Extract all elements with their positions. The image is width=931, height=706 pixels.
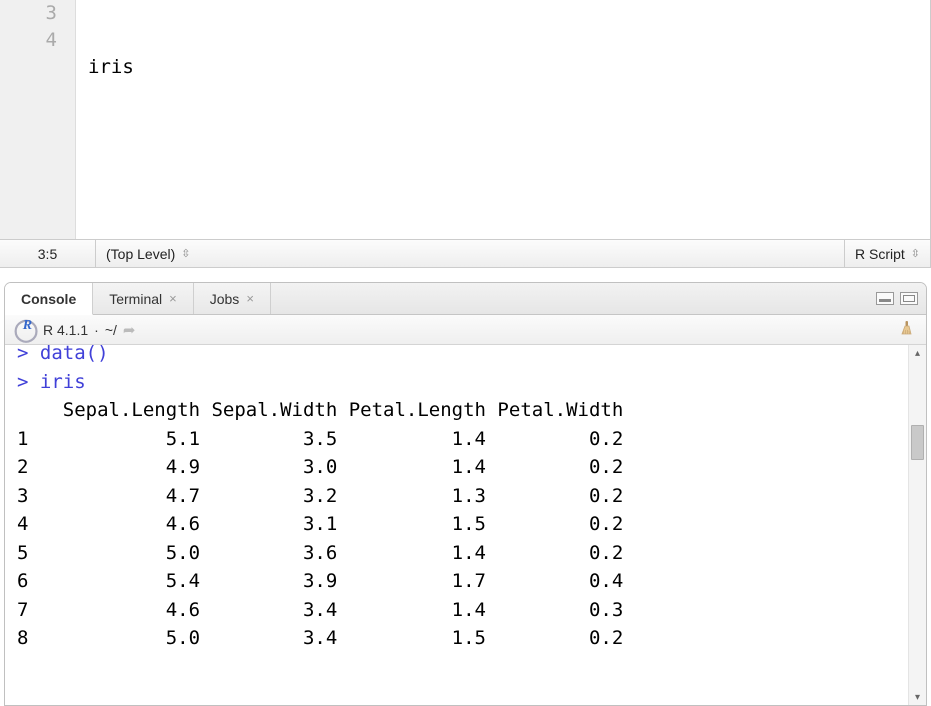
updown-icon: ⇳ (181, 247, 190, 260)
code-line: iris (88, 54, 930, 81)
console-data-row: 7 4.6 3.4 1.4 0.3 (17, 599, 623, 621)
minimize-pane-icon[interactable] (876, 292, 894, 305)
filetype-label: R Script (855, 246, 905, 262)
console-data-row: 6 5.4 3.9 1.7 0.4 (17, 570, 623, 592)
console-output[interactable]: > data() > iris Sepal.Length Sepal.Width… (5, 339, 908, 705)
editor-body: 3 4 iris (0, 0, 930, 239)
scrollbar[interactable]: ▴ ▾ (908, 345, 926, 705)
tab-bar: Console Terminal × Jobs × (5, 283, 926, 315)
console-line: > data() (17, 342, 109, 364)
console-data-row: 5 5.0 3.6 1.4 0.2 (17, 542, 623, 564)
working-dir-label[interactable]: ~/ (105, 322, 117, 338)
scroll-down-icon[interactable]: ▾ (909, 689, 926, 705)
scroll-up-icon[interactable]: ▴ (909, 345, 926, 361)
scope-label: (Top Level) (106, 246, 175, 262)
console-header-line: Sepal.Length Sepal.Width Petal.Length Pe… (17, 399, 623, 421)
tab-label: Console (21, 291, 76, 307)
console-data-row: 4 4.6 3.1 1.5 0.2 (17, 513, 623, 535)
tab-console[interactable]: Console (5, 283, 93, 315)
clear-console-icon[interactable] (896, 318, 916, 341)
console-data-row: 8 5.0 3.4 1.5 0.2 (17, 627, 623, 649)
share-arrow-icon[interactable]: ➦ (123, 321, 136, 339)
console-body: > data() > iris Sepal.Length Sepal.Width… (5, 345, 926, 705)
console-data-row: 3 4.7 3.2 1.3 0.2 (17, 485, 623, 507)
tab-jobs[interactable]: Jobs × (194, 283, 271, 314)
code-area[interactable]: iris (76, 0, 930, 239)
r-logo-icon: ◯R (15, 321, 37, 339)
console-pane: Console Terminal × Jobs × ◯R R 4.1.1 · ~… (4, 282, 927, 706)
tab-terminal[interactable]: Terminal × (93, 283, 194, 314)
window-controls (876, 283, 926, 314)
filetype-selector[interactable]: R Script ⇳ (844, 240, 930, 267)
updown-icon: ⇳ (911, 247, 920, 260)
console-data-row: 2 4.9 3.0 1.4 0.2 (17, 456, 623, 478)
pane-separator[interactable] (0, 268, 931, 282)
r-version-label: R 4.1.1 (43, 322, 88, 338)
console-line: > iris (17, 371, 86, 393)
line-number: 4 (0, 27, 57, 54)
close-icon[interactable]: × (246, 291, 254, 306)
scope-selector[interactable]: (Top Level) ⇳ (96, 246, 844, 262)
editor-pane: 3 4 iris 3:5 (Top Level) ⇳ R Script ⇳ (0, 0, 931, 268)
tab-label: Terminal (109, 291, 162, 307)
close-icon[interactable]: × (169, 291, 177, 306)
maximize-pane-icon[interactable] (900, 292, 918, 305)
separator-dot: · (94, 322, 99, 338)
console-data-row: 1 5.1 3.5 1.4 0.2 (17, 428, 623, 450)
tab-label: Jobs (210, 291, 240, 307)
cursor-position[interactable]: 3:5 (0, 240, 96, 267)
line-number: 3 (0, 0, 57, 27)
editor-status-bar: 3:5 (Top Level) ⇳ R Script ⇳ (0, 239, 930, 267)
line-gutter: 3 4 (0, 0, 76, 239)
scroll-thumb[interactable] (911, 425, 924, 460)
